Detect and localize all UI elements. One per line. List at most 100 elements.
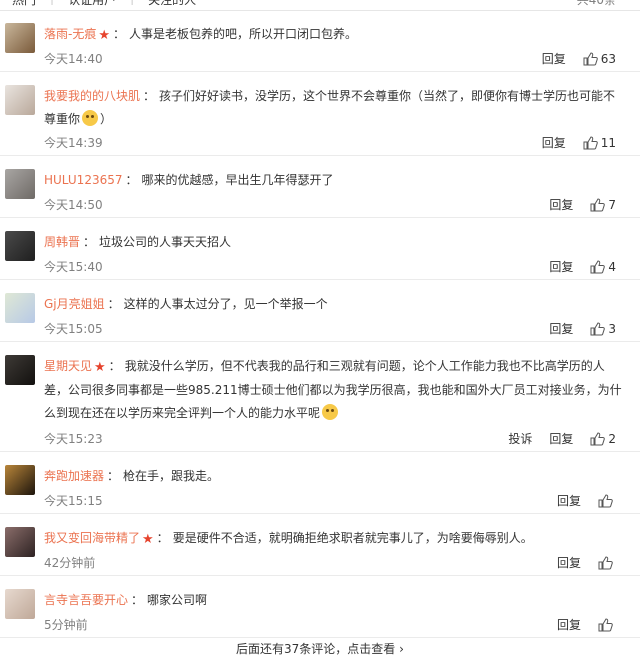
comment-actions: 回复 [557, 492, 616, 509]
thumbs-up-icon [583, 51, 598, 66]
comment-item: 言寺言吾要开心：哪家公司啊 5分钟前 回复 [0, 576, 640, 638]
comment-text: 人事是老板包养的吧，所以开口闭口包养。 [129, 27, 358, 41]
comment-username[interactable]: Gj月亮姐姐 [44, 297, 105, 311]
report-button[interactable]: 投诉 [508, 430, 532, 447]
reply-button[interactable]: 回复 [542, 50, 566, 67]
comment-time: 今天14:40 [44, 52, 103, 66]
like-button[interactable]: 11 [583, 136, 616, 150]
avatar[interactable] [5, 85, 35, 115]
like-button[interactable]: 4 [590, 260, 616, 274]
comment-total: 共40条 [576, 0, 616, 7]
tab-hot[interactable]: 热门 [12, 0, 36, 8]
reply-button[interactable]: 回复 [549, 196, 573, 213]
vip-star-icon: ★ [98, 28, 110, 43]
thumbs-up-icon [598, 493, 613, 508]
reply-button[interactable]: 回复 [549, 320, 573, 337]
comment-time: 42分钟前 [44, 556, 96, 570]
avatar[interactable] [5, 589, 35, 619]
comment-item: 落雨-无痕 ★：人事是老板包养的吧，所以开口闭口包养。今天14:40 回复 63 [0, 10, 640, 72]
comment-text: 要是硬件不合适，就明确拒绝求职者就完事儿了，为啥要侮辱别人。 [172, 531, 533, 545]
colon: ： [125, 173, 138, 187]
comment-username[interactable]: 我又变回海带精了 [44, 531, 140, 545]
avatar[interactable] [5, 231, 35, 261]
like-count: 63 [600, 51, 616, 66]
like-button[interactable] [598, 617, 616, 632]
like-button[interactable]: 7 [590, 198, 616, 212]
comment-item: 我要我的的八块肌：孩子们好好读书，没学历，这个世界不会尊重你（当然了，即便你有博… [0, 72, 640, 156]
comment-text: 这样的人事太过分了，见一个举报一个 [123, 297, 328, 311]
comment-text: 垃圾公司的人事天天招人 [99, 235, 232, 249]
comment-actions: 回复 11 [542, 134, 616, 151]
comment-time: 今天14:39 [44, 136, 103, 150]
comment-body: 星期天见 ★：我就没什么学历，但不代表我的品行和三观就有问题，论个人工作能力我也不… [44, 355, 624, 425]
comment-body: 周韩晋：垃圾公司的人事天天招人 [44, 231, 624, 254]
like-count: 11 [600, 135, 616, 150]
comment-username[interactable]: 星期天见 [44, 359, 92, 373]
comment-username[interactable]: 言寺言吾要开心 [44, 593, 128, 607]
colon: ： [83, 235, 96, 249]
comment-actions: 回复 63 [542, 50, 616, 67]
comment-time: 今天15:40 [44, 260, 103, 274]
reply-button[interactable]: 回复 [549, 430, 573, 447]
more-comments-text: 后面还有37条评论，点击查看 [236, 642, 396, 656]
comment-text: 枪在手，跟我走。 [123, 469, 220, 483]
like-count: 3 [608, 321, 616, 336]
comment-item: 星期天见 ★：我就没什么学历，但不代表我的品行和三观就有问题，论个人工作能力我也不… [0, 342, 640, 452]
thumbs-up-icon [598, 555, 613, 570]
reply-button[interactable]: 回复 [542, 134, 566, 151]
avatar[interactable] [5, 527, 35, 557]
colon: ： [108, 359, 121, 373]
comment-item: HULU123657：哪来的优越感，早出生几年得瑟开了 今天14:50 回复 7 [0, 156, 640, 218]
colon: ： [143, 89, 156, 103]
comment-list: 落雨-无痕 ★：人事是老板包养的吧，所以开口闭口包养。 今天14:40 回复 63 我要我… [0, 10, 640, 638]
comment-username[interactable]: 周韩晋 [44, 235, 80, 249]
comment-actions: 投诉 回复 2 [508, 430, 616, 447]
like-button[interactable]: 3 [590, 322, 616, 336]
comment-username[interactable]: 我要我的的八块肌 [44, 89, 140, 103]
tab-verified-users[interactable]: 认证用户 [68, 0, 116, 8]
reply-button[interactable]: 回复 [557, 616, 581, 633]
laugh-emoji-icon [82, 110, 99, 126]
colon: ： [107, 297, 120, 311]
thumbs-up-icon [590, 197, 606, 212]
comment-text-tail: ） [100, 112, 113, 126]
reply-button[interactable]: 回复 [549, 258, 573, 275]
like-button[interactable]: 63 [583, 52, 616, 66]
comment-body: 奔跑加速器：枪在手，跟我走。 [44, 465, 624, 488]
avatar[interactable] [5, 293, 35, 323]
comment-time: 5分钟前 [44, 618, 88, 632]
avatar[interactable] [5, 23, 35, 53]
comment-item: 我又变回海带精了 ★：要是硬件不合适，就明确拒绝求职者就完事儿了，为啥要侮辱别人。… [0, 514, 640, 576]
comment-body: 我又变回海带精了 ★：要是硬件不合适，就明确拒绝求职者就完事儿了，为啥要侮辱别人。 [44, 527, 624, 551]
comment-item: 周韩晋：垃圾公司的人事天天招人今天15:40 回复 4 [0, 218, 640, 280]
colon: ： [113, 27, 126, 41]
thumbs-up-icon [598, 617, 613, 632]
comment-body: 言寺言吾要开心：哪家公司啊 [44, 589, 624, 612]
smile-emoji-icon [322, 404, 339, 420]
reply-button[interactable]: 回复 [557, 554, 581, 571]
comment-username[interactable]: HULU123657 [44, 173, 123, 187]
more-comments-link[interactable]: 后面还有37条评论，点击查看 › [236, 642, 404, 656]
avatar[interactable] [5, 465, 35, 495]
comment-actions: 回复 7 [549, 196, 616, 213]
tab-followed[interactable]: 关注的人 [148, 0, 196, 8]
avatar[interactable] [5, 169, 35, 199]
comment-text: 哪家公司啊 [147, 593, 208, 607]
comment-actions: 回复 [557, 616, 616, 633]
reply-button[interactable]: 回复 [557, 492, 581, 509]
comment-body: HULU123657：哪来的优越感，早出生几年得瑟开了 [44, 169, 624, 192]
comment-username[interactable]: 奔跑加速器 [44, 469, 104, 483]
avatar[interactable] [5, 355, 35, 385]
colon: ： [107, 469, 120, 483]
thumbs-up-icon [583, 135, 598, 150]
like-button[interactable] [598, 555, 616, 570]
comment-actions: 回复 4 [549, 258, 616, 275]
comment-body: 落雨-无痕 ★：人事是老板包养的吧，所以开口闭口包养。 [44, 23, 624, 47]
comment-username[interactable]: 落雨-无痕 [44, 27, 96, 41]
comment-item: Gj月亮姐姐：这样的人事太过分了，见一个举报一个 今天15:05 回复 3 [0, 280, 640, 342]
comment-item: 奔跑加速器：枪在手，跟我走。 今天15:15 回复 [0, 452, 640, 514]
thumbs-up-icon [590, 259, 606, 274]
comment-actions: 回复 3 [549, 320, 616, 337]
like-button[interactable] [598, 493, 616, 508]
like-button[interactable]: 2 [590, 432, 616, 446]
